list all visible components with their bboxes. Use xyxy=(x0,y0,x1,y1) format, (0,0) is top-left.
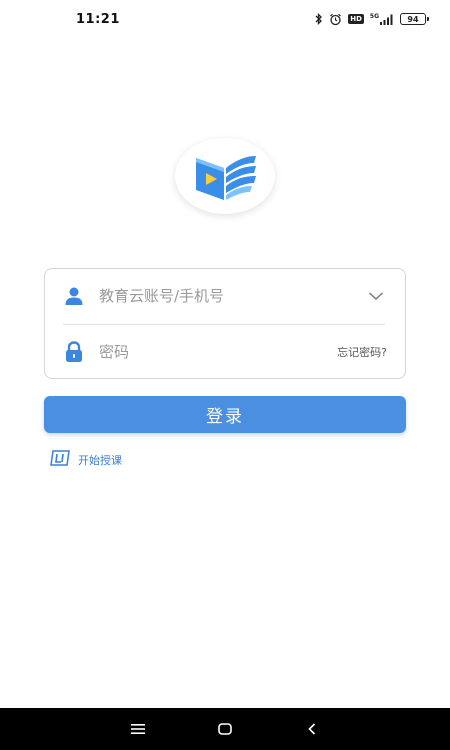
teach-icon xyxy=(50,450,70,470)
hd-icon: HD xyxy=(348,14,364,24)
forgot-password-link[interactable]: 忘记密码? xyxy=(337,344,387,360)
status-icons: HD 5G 94 xyxy=(315,12,429,26)
login-button[interactable]: 登录 xyxy=(44,396,406,433)
account-row xyxy=(63,269,387,323)
user-icon xyxy=(63,285,85,307)
lock-icon xyxy=(63,341,85,363)
back-icon[interactable] xyxy=(298,715,326,743)
network-label: 5G xyxy=(369,12,379,20)
status-time: 11:21 xyxy=(76,11,120,27)
signal-icon: 5G xyxy=(369,12,394,25)
menu-icon[interactable] xyxy=(124,715,152,743)
home-icon[interactable] xyxy=(211,715,239,743)
navigation-bar xyxy=(0,708,450,750)
chevron-down-icon[interactable] xyxy=(365,285,387,307)
battery-icon: 94 xyxy=(400,13,429,25)
start-teaching-link[interactable]: 开始授课 xyxy=(50,450,122,470)
password-row: 忘记密码? xyxy=(63,325,387,379)
status-bar: 11:21 HD 5G 94 xyxy=(0,0,450,38)
app-logo xyxy=(175,138,275,214)
bluetooth-icon xyxy=(315,13,323,25)
battery-level: 94 xyxy=(407,14,419,24)
book-play-logo xyxy=(196,156,256,200)
login-screen: 11:21 HD 5G 94 教育云账号/手机号 忘记密码? 登录 开始授课 xyxy=(0,0,450,750)
login-form: 忘记密码? xyxy=(44,268,406,379)
start-teaching-label: 开始授课 xyxy=(78,454,122,467)
alarm-icon xyxy=(329,13,342,26)
account-input[interactable] xyxy=(99,287,365,305)
password-input[interactable] xyxy=(99,343,338,361)
